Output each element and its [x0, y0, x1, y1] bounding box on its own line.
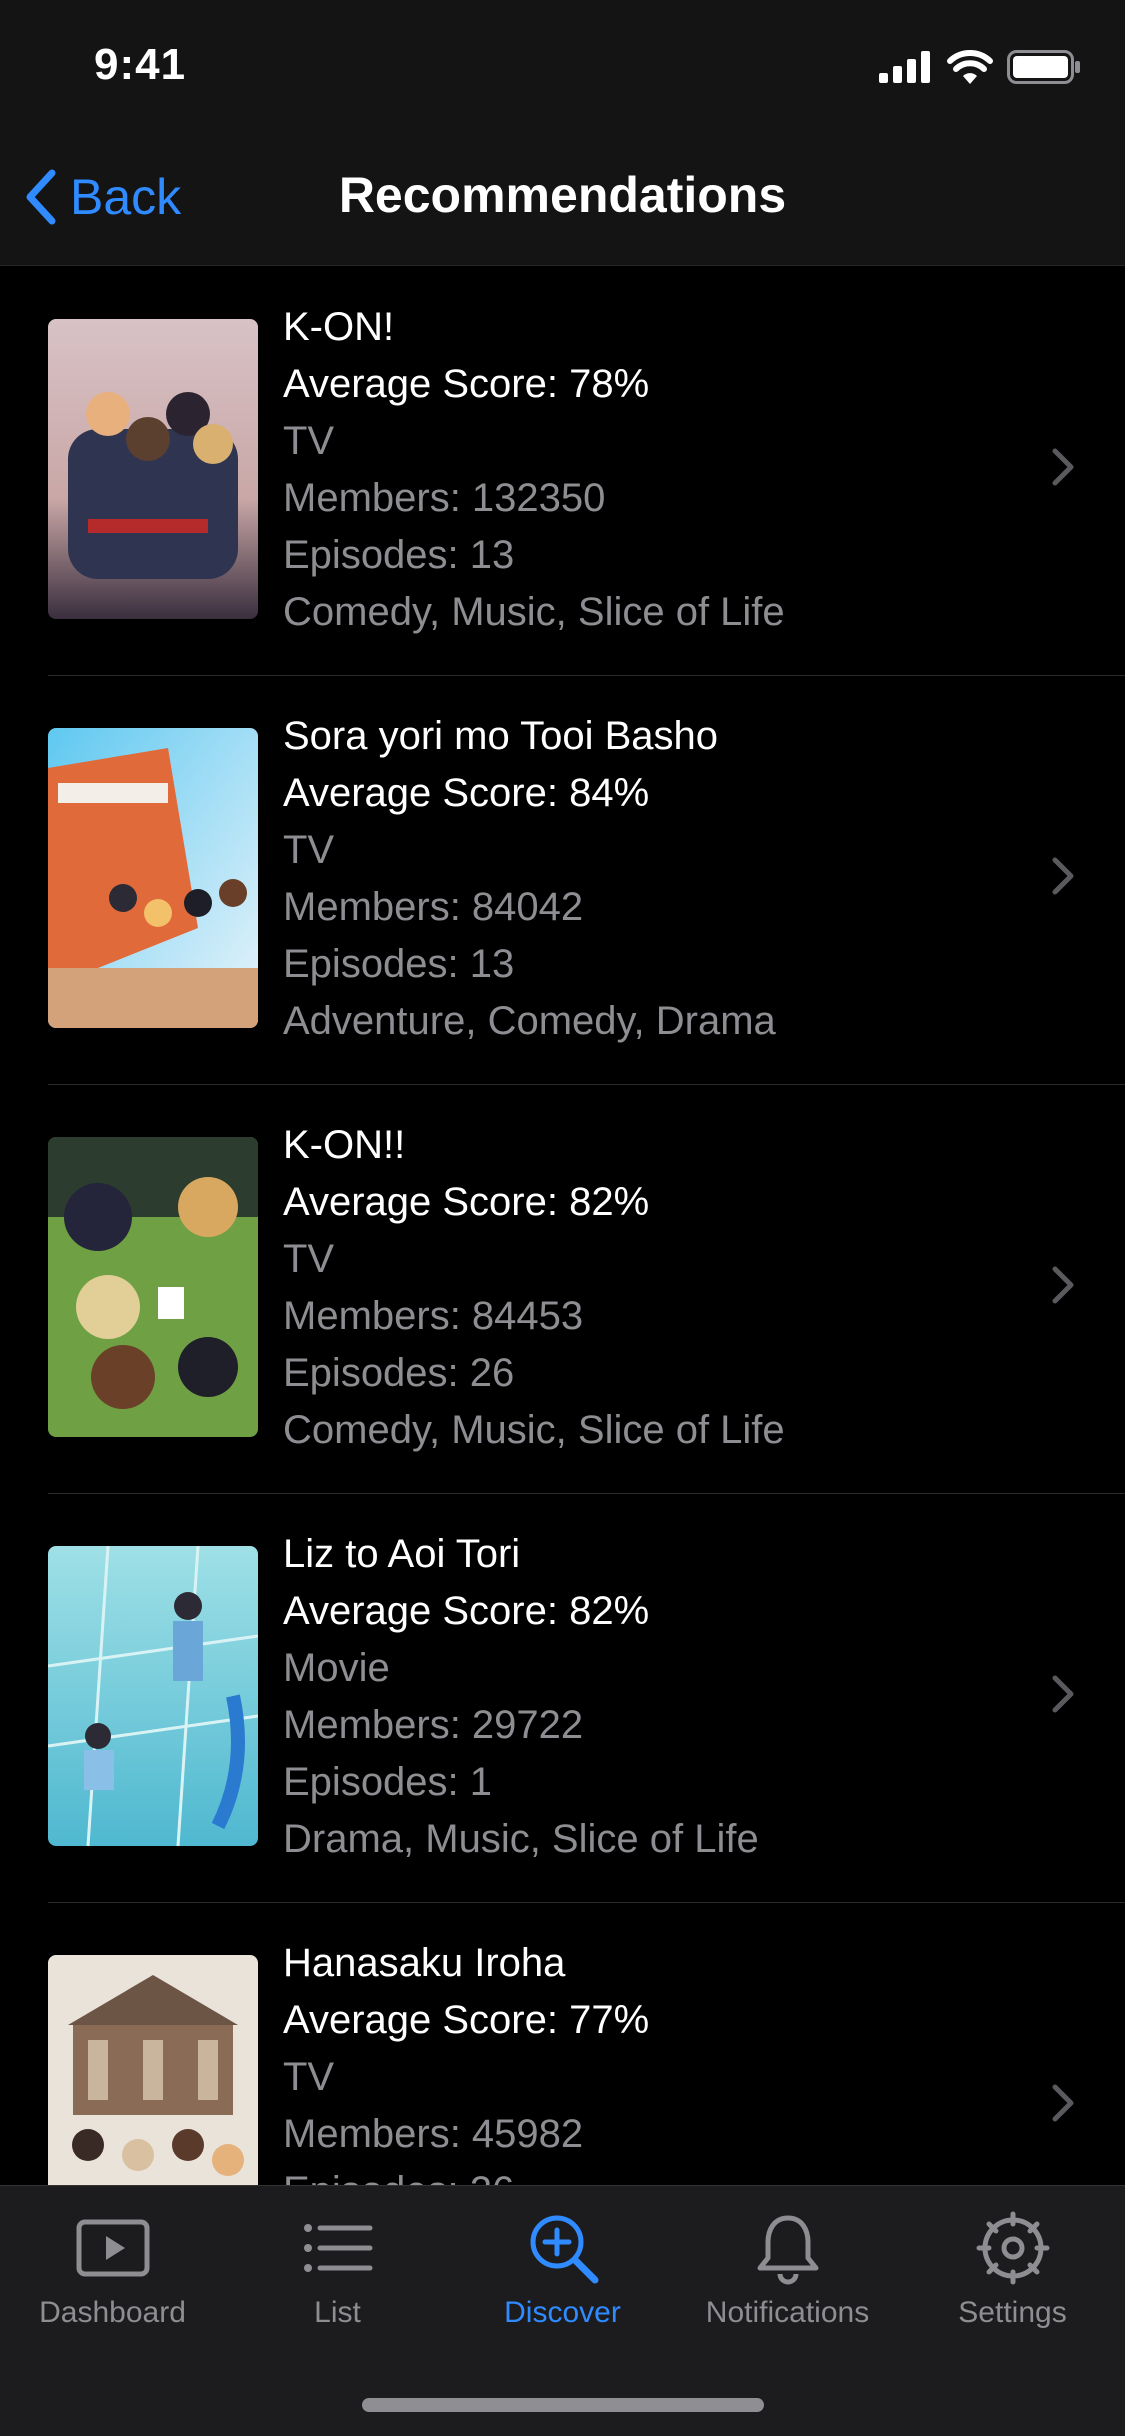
item-title: K-ON!: [283, 305, 395, 349]
status-bar: 9:41: [0, 0, 1125, 132]
item-members: Members: 84453: [283, 1294, 584, 1338]
item-title: Hanasaku Iroha: [283, 1941, 566, 1985]
poster-image: [48, 319, 258, 619]
item-episodes: Episodes: 13: [283, 533, 515, 577]
item-genres: Drama, Music, Slice of Life: [283, 1817, 759, 1861]
chevron-right-icon: [1052, 448, 1074, 486]
item-score: Average Score: 82%: [283, 1180, 650, 1224]
home-indicator[interactable]: [362, 2398, 764, 2412]
gear-icon: [976, 2211, 1049, 2285]
status-time: 9:41: [94, 40, 187, 89]
bell-icon: [757, 2215, 818, 2285]
item-genres: Adventure, Comedy, Drama: [283, 999, 776, 1043]
recommendation-list[interactable]: K-ON! Average Score: 78% TV Members: 132…: [0, 267, 1125, 2185]
item-type: TV: [283, 419, 335, 463]
tab-label: Settings: [958, 2296, 1067, 2329]
item-score: Average Score: 77%: [283, 1998, 650, 2042]
chevron-right-icon: [1052, 1675, 1074, 1713]
list-icon: [303, 2224, 372, 2272]
item-type: TV: [283, 828, 335, 872]
item-type: TV: [283, 2055, 335, 2099]
tab-label: Dashboard: [39, 2296, 186, 2329]
tab-notifications[interactable]: Notifications: [675, 2208, 900, 2330]
list-item[interactable]: Liz to Aoi Tori Average Score: 82% Movie…: [0, 1494, 1125, 1903]
tab-discover[interactable]: Discover: [450, 2208, 675, 2330]
tab-label: Discover: [504, 2296, 621, 2329]
tab-settings[interactable]: Settings: [900, 2208, 1125, 2330]
item-episodes: Episodes: 1: [283, 1760, 493, 1804]
item-episodes: Episodes: 13: [283, 942, 515, 986]
item-episodes: Episodes: 26: [283, 2163, 649, 2185]
list-item[interactable]: Sora yori mo Tooi Basho Average Score: 8…: [0, 676, 1125, 1085]
poster-image: [48, 1546, 258, 1846]
item-title: Liz to Aoi Tori: [283, 1532, 521, 1576]
item-members: Members: 29722: [283, 1703, 584, 1747]
item-type: Movie: [283, 1646, 390, 1690]
page-title: Recommendations: [338, 167, 787, 223]
tab-label: List: [314, 2296, 361, 2329]
item-title: K-ON!!: [283, 1123, 406, 1167]
list-item[interactable]: Hanasaku Iroha Average Score: 77% TV Mem…: [0, 1903, 1125, 2185]
item-episodes: Episodes: 26: [283, 1351, 515, 1395]
poster-image: [48, 728, 258, 1028]
play-rect-icon: [76, 2219, 149, 2277]
navigation-bar: Back Recommendations: [0, 132, 1125, 266]
item-title: Sora yori mo Tooi Basho: [283, 714, 719, 758]
item-genres: Comedy, Music, Slice of Life: [283, 590, 785, 634]
item-members: Members: 45982: [283, 2112, 584, 2156]
tab-dashboard[interactable]: Dashboard: [0, 2208, 225, 2330]
item-score: Average Score: 84%: [283, 771, 650, 815]
poster-image: [48, 1955, 258, 2185]
magnifier-plus-icon: [530, 2215, 598, 2284]
item-genres: Comedy, Music, Slice of Life: [283, 1408, 785, 1452]
tab-list[interactable]: List: [225, 2208, 450, 2330]
poster-image: [48, 1137, 258, 1437]
wifi-icon: [947, 50, 993, 84]
item-score: Average Score: 78%: [283, 362, 650, 406]
item-members: Members: 84042: [283, 885, 584, 929]
chevron-right-icon: [1052, 2084, 1074, 2122]
status-icons: [879, 50, 1081, 84]
item-members: Members: 132350: [283, 476, 606, 520]
tab-label: Notifications: [705, 2296, 870, 2329]
item-type: TV: [283, 1237, 335, 1281]
tab-bar: Dashboard List Discover Notifications Se…: [0, 2185, 1125, 2436]
cellular-signal-icon: [879, 51, 930, 83]
list-item[interactable]: K-ON!! Average Score: 82% TV Members: 84…: [0, 1085, 1125, 1494]
chevron-right-icon: [1052, 857, 1074, 895]
chevron-right-icon: [1052, 1266, 1074, 1304]
item-score: Average Score: 82%: [283, 1589, 650, 1633]
battery-icon: [1007, 50, 1080, 84]
list-item[interactable]: K-ON! Average Score: 78% TV Members: 132…: [0, 267, 1125, 676]
